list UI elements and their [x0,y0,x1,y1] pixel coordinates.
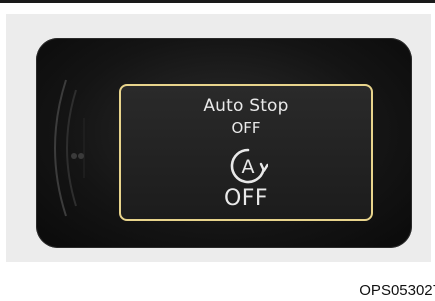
info-display-screen: Auto Stop OFF A OFF [119,84,373,221]
cluster-bezel-decoration [54,79,85,217]
display-status-top: OFF [231,119,261,137]
auto-stop-icon: A [230,148,268,184]
top-rule [0,0,435,3]
display-status-bottom: OFF [223,186,269,211]
display-title: Auto Stop [203,96,289,116]
figure-code: OPS053027 [359,282,435,299]
svg-text:A: A [242,156,255,178]
